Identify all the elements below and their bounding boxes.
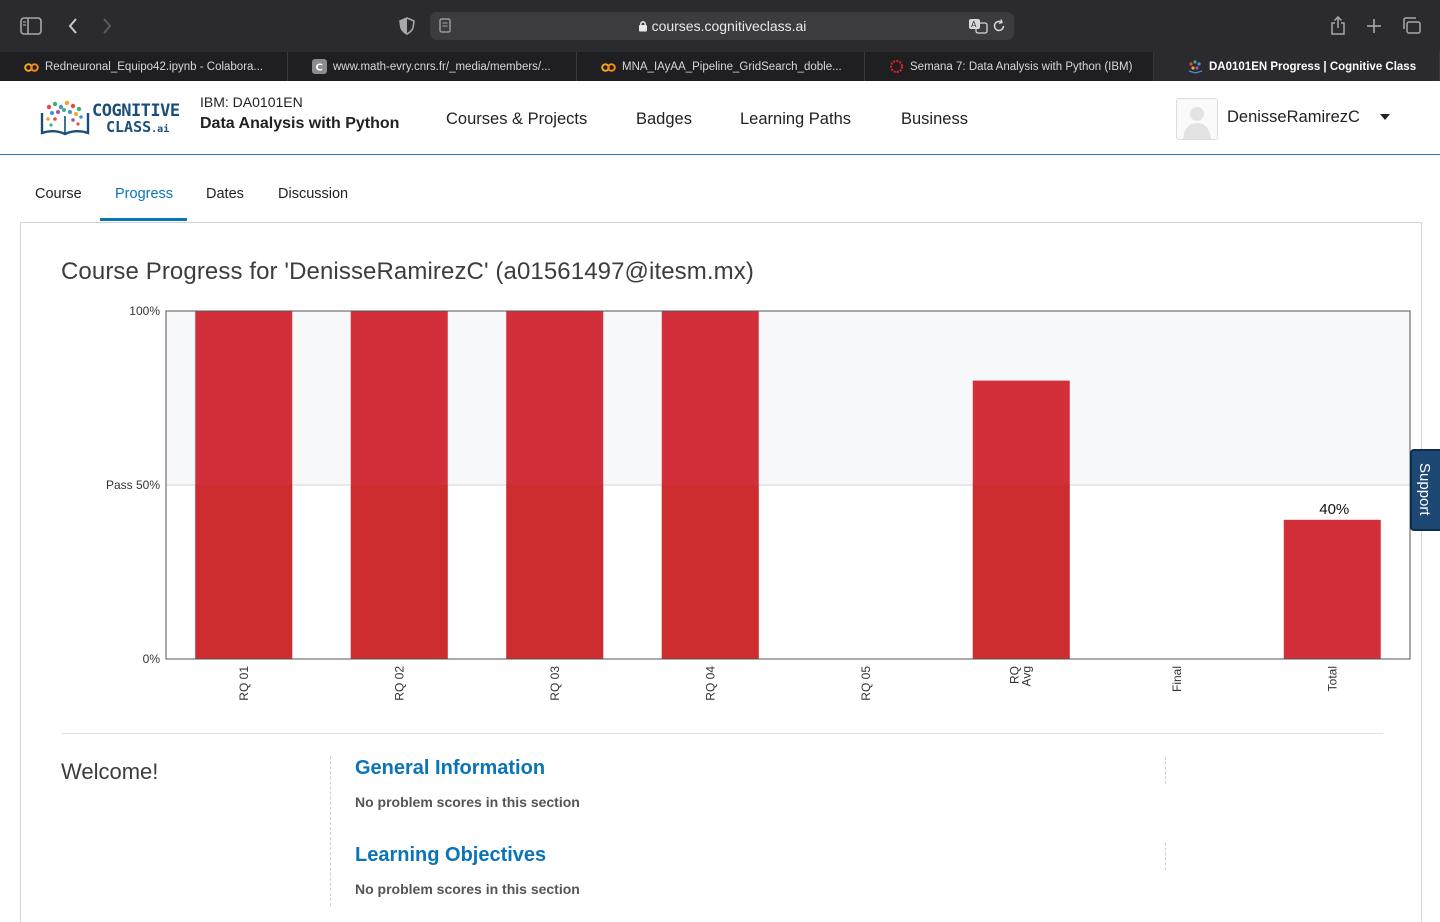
section-title-general-information[interactable]: General Information [355, 757, 545, 780]
x-tick-label: RQ 02 [392, 666, 406, 701]
x-tick-label: Final [1170, 666, 1184, 692]
score-column-divider [1165, 843, 1166, 870]
support-button[interactable]: Support [1410, 449, 1440, 531]
x-tick-label: Total [1325, 666, 1339, 691]
section-score-note: No problem scores in this section [355, 794, 580, 810]
bar-lower-segment [506, 485, 604, 659]
bar-total [1283, 519, 1381, 659]
x-tick-label: RQ 05 [859, 666, 873, 701]
x-tick-label: RQ 03 [548, 666, 562, 701]
score-column-divider [1165, 757, 1166, 784]
x-tick-label: RQ 01 [237, 666, 251, 701]
bar-lower-segment [195, 485, 293, 659]
progress-chart: RQ 01 RQ 02 RQ 03 RQ 04 RQ 05 RQAvg Final Total… [106, 304, 1411, 701]
section-title-learning-objectives[interactable]: Learning Objectives [355, 844, 546, 867]
data-label-total: 40% [1319, 501, 1349, 518]
bar-lower-segment [350, 485, 448, 659]
bar-lower-segment [661, 485, 759, 659]
x-tick-label: RQ 04 [703, 666, 717, 701]
x-tick-label: RQAvg [1007, 666, 1033, 686]
y-tick-label: 0% [143, 652, 161, 666]
y-tick-label: 100% [129, 304, 160, 318]
y-tick-label: Pass 50% [106, 478, 160, 492]
section-divider [61, 733, 1383, 734]
bar-lower-segment [972, 485, 1070, 659]
section-score-note: No problem scores in this section [355, 881, 580, 897]
chapter-divider [330, 756, 331, 906]
chapter-title: Welcome! [61, 759, 159, 784]
support-label: Support [1416, 463, 1433, 516]
